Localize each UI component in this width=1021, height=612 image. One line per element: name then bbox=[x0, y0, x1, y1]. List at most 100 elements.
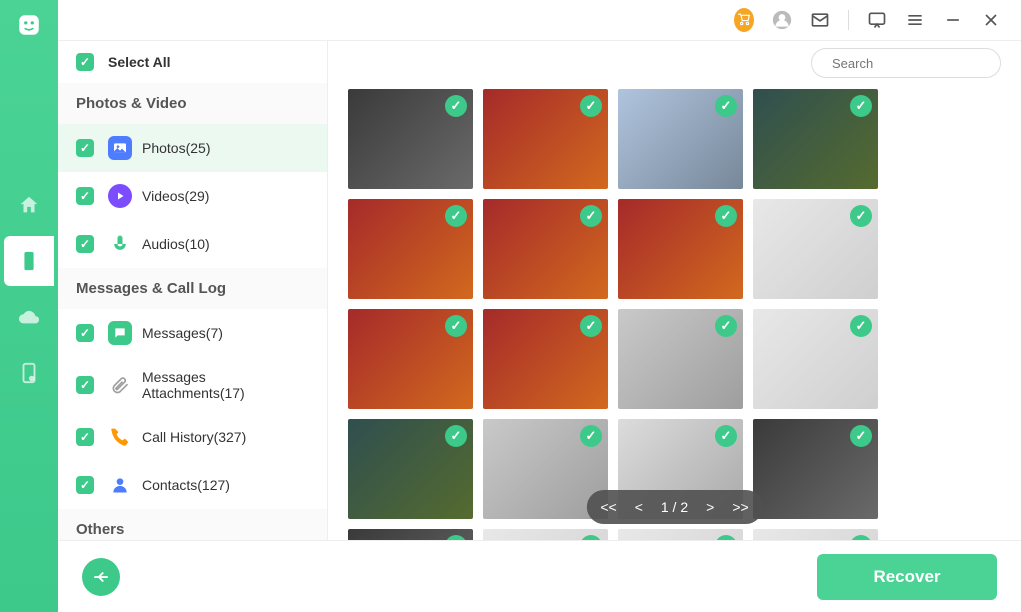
thumbnail[interactable] bbox=[753, 89, 878, 189]
thumbnail[interactable] bbox=[483, 529, 608, 540]
thumbnail[interactable] bbox=[618, 89, 743, 189]
thumbnail[interactable] bbox=[348, 419, 473, 519]
check-badge-icon bbox=[715, 95, 737, 117]
checkbox-icon[interactable] bbox=[76, 376, 94, 394]
check-badge-icon bbox=[850, 95, 872, 117]
check-badge-icon bbox=[445, 95, 467, 117]
check-badge-icon bbox=[445, 205, 467, 227]
close-icon[interactable] bbox=[981, 10, 1001, 30]
message-icon bbox=[108, 321, 132, 345]
category-photos[interactable]: Photos(25) bbox=[58, 124, 327, 172]
category-attachments[interactable]: Messages Attachments(17) bbox=[58, 357, 327, 413]
sidebar-nav bbox=[0, 0, 58, 612]
check-badge-icon bbox=[445, 425, 467, 447]
recover-button[interactable]: Recover bbox=[817, 554, 997, 600]
category-callhistory[interactable]: Call History(327) bbox=[58, 413, 327, 461]
page-prev[interactable]: < bbox=[635, 499, 643, 515]
category-label: Call History(327) bbox=[142, 429, 246, 445]
user-icon[interactable] bbox=[772, 10, 792, 30]
checkbox-icon[interactable] bbox=[76, 187, 94, 205]
checkbox-icon[interactable] bbox=[76, 235, 94, 253]
section-others: Others bbox=[58, 509, 327, 540]
thumbnail[interactable] bbox=[483, 199, 608, 299]
category-contacts[interactable]: Contacts(127) bbox=[58, 461, 327, 509]
checkbox-icon[interactable] bbox=[76, 476, 94, 494]
thumbnail[interactable] bbox=[753, 419, 878, 519]
thumbnail-grid bbox=[348, 85, 1001, 540]
nav-system[interactable] bbox=[4, 348, 54, 398]
thumbnail[interactable] bbox=[618, 529, 743, 540]
thumbnail[interactable] bbox=[618, 199, 743, 299]
thumbnail[interactable] bbox=[753, 199, 878, 299]
category-videos[interactable]: Videos(29) bbox=[58, 172, 327, 220]
category-label: Messages(7) bbox=[142, 325, 223, 341]
category-label: Photos(25) bbox=[142, 140, 210, 156]
checkbox-icon[interactable] bbox=[76, 139, 94, 157]
video-icon bbox=[108, 184, 132, 208]
back-button[interactable] bbox=[82, 558, 120, 596]
mail-icon[interactable] bbox=[810, 10, 830, 30]
check-badge-icon bbox=[445, 535, 467, 540]
check-badge-icon bbox=[715, 315, 737, 337]
check-badge-icon bbox=[850, 315, 872, 337]
nav-device[interactable] bbox=[4, 236, 54, 286]
thumbnail[interactable] bbox=[618, 309, 743, 409]
check-badge-icon bbox=[580, 425, 602, 447]
check-badge-icon bbox=[715, 425, 737, 447]
thumbnail[interactable] bbox=[483, 89, 608, 189]
checkbox-icon[interactable] bbox=[76, 428, 94, 446]
thumbnail[interactable] bbox=[348, 529, 473, 540]
titlebar bbox=[58, 0, 1021, 40]
search-input[interactable] bbox=[832, 56, 1008, 71]
check-badge-icon bbox=[715, 535, 737, 540]
nav-home[interactable] bbox=[4, 180, 54, 230]
search-box[interactable] bbox=[811, 48, 1001, 78]
page-last[interactable]: >> bbox=[732, 499, 748, 515]
page-next[interactable]: > bbox=[706, 499, 714, 515]
menu-icon[interactable] bbox=[905, 10, 925, 30]
check-badge-icon bbox=[850, 205, 872, 227]
category-messages[interactable]: Messages(7) bbox=[58, 309, 327, 357]
titlebar-divider bbox=[848, 10, 849, 30]
check-badge-icon bbox=[850, 425, 872, 447]
check-badge-icon bbox=[715, 205, 737, 227]
thumbnail[interactable] bbox=[483, 309, 608, 409]
minimize-icon[interactable] bbox=[943, 10, 963, 30]
nav-cloud[interactable] bbox=[4, 292, 54, 342]
category-label: Contacts(127) bbox=[142, 477, 230, 493]
category-label: Messages Attachments(17) bbox=[142, 369, 309, 401]
contact-icon bbox=[108, 473, 132, 497]
category-label: Audios(10) bbox=[142, 236, 210, 252]
check-badge-icon bbox=[850, 535, 872, 540]
page-label: 1 / 2 bbox=[661, 499, 688, 515]
section-messages-calllog: Messages & Call Log bbox=[58, 268, 327, 309]
check-badge-icon bbox=[580, 535, 602, 540]
thumbnail[interactable] bbox=[348, 199, 473, 299]
pagination: << < 1 / 2 > >> bbox=[586, 490, 762, 524]
thumbnail[interactable] bbox=[348, 89, 473, 189]
feedback-icon[interactable] bbox=[867, 10, 887, 30]
footer: Recover bbox=[58, 540, 1021, 612]
category-audios[interactable]: Audios(10) bbox=[58, 220, 327, 268]
checkbox-icon[interactable] bbox=[76, 324, 94, 342]
attachment-icon bbox=[108, 373, 132, 397]
category-label: Videos(29) bbox=[142, 188, 209, 204]
thumbnail[interactable] bbox=[348, 309, 473, 409]
thumbnail[interactable] bbox=[753, 309, 878, 409]
section-photos-video: Photos & Video bbox=[58, 83, 327, 124]
check-badge-icon bbox=[580, 205, 602, 227]
audio-icon bbox=[108, 232, 132, 256]
select-all-label: Select All bbox=[108, 54, 171, 70]
select-all-checkbox[interactable] bbox=[76, 53, 94, 71]
app-logo-icon bbox=[14, 10, 44, 40]
phone-icon bbox=[108, 425, 132, 449]
select-all-row[interactable]: Select All bbox=[58, 41, 327, 83]
cart-icon[interactable] bbox=[734, 10, 754, 30]
thumbnail-panel: << < 1 / 2 > >> bbox=[328, 41, 1021, 540]
page-first[interactable]: << bbox=[600, 499, 616, 515]
check-badge-icon bbox=[580, 315, 602, 337]
check-badge-icon bbox=[445, 315, 467, 337]
thumbnail[interactable] bbox=[753, 529, 878, 540]
check-badge-icon bbox=[580, 95, 602, 117]
category-panel: Select All Photos & Video Photos(25) bbox=[58, 41, 328, 540]
